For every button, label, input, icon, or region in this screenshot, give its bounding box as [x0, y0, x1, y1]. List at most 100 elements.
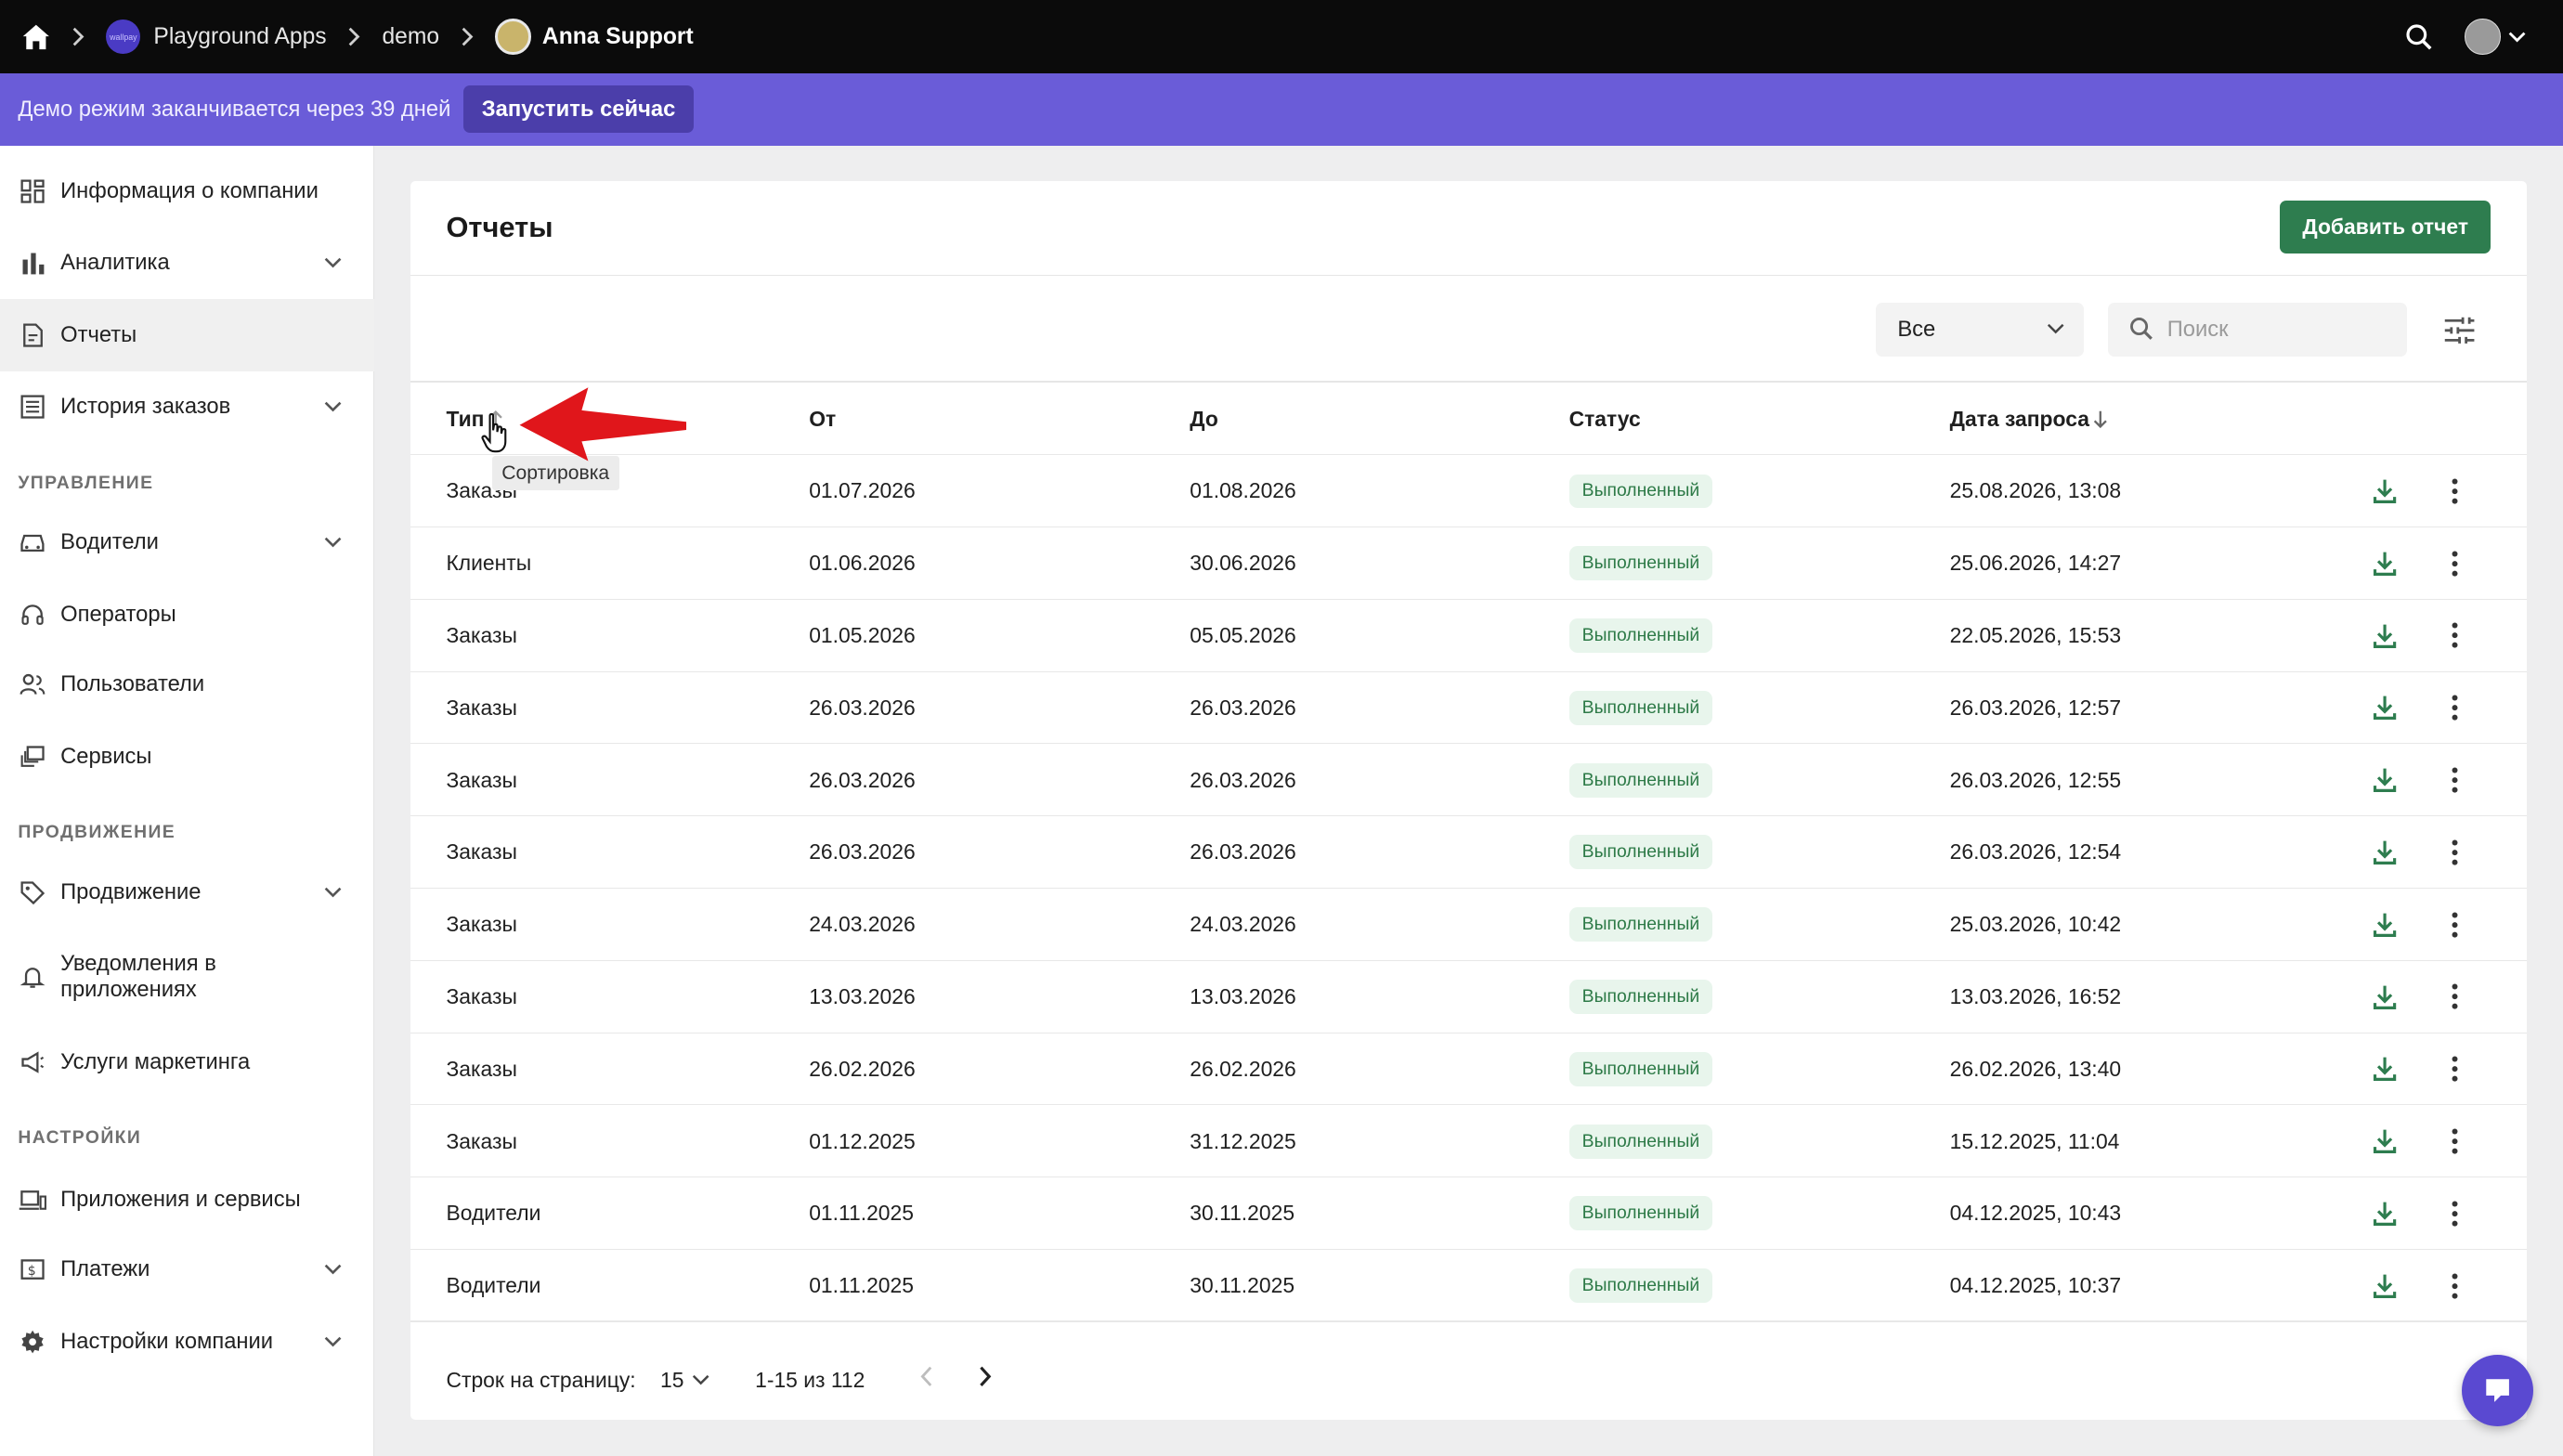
column-header-request-date[interactable]: Дата запроса	[1950, 407, 2109, 432]
status-badge: Выполненный	[1568, 835, 1713, 870]
chat-widget-button[interactable]	[2461, 1355, 2533, 1427]
download-icon[interactable]	[2370, 692, 2400, 724]
sidebar-item-analytics[interactable]: Аналитика	[0, 228, 374, 299]
download-icon[interactable]	[2370, 1269, 2400, 1302]
chevron-down-icon[interactable]	[2507, 31, 2527, 44]
table-row[interactable]: Заказы 01.07.2026 01.08.2026 Выполненный 25.…	[410, 454, 2527, 526]
home-icon[interactable]	[21, 22, 51, 52]
table-row[interactable]: Заказы 24.03.2026 24.03.2026 Выполненный 25.…	[410, 888, 2527, 959]
download-icon[interactable]	[2370, 1053, 2400, 1086]
arrow-down-icon[interactable]	[2092, 410, 2109, 429]
search-icon[interactable]	[2402, 20, 2435, 53]
more-vertical-icon[interactable]	[2440, 1125, 2470, 1158]
download-icon[interactable]	[2370, 836, 2400, 868]
sidebar-item-promotion[interactable]: Продвижение	[0, 856, 374, 928]
cell-to: 30.06.2026	[1190, 551, 1296, 576]
more-vertical-icon[interactable]	[2440, 908, 2470, 941]
search-field[interactable]	[2108, 302, 2408, 357]
sidebar-item-app-notifications[interactable]: Уведомления в приложениях	[0, 942, 374, 1013]
more-vertical-icon[interactable]	[2440, 474, 2470, 507]
sidebar-item-services[interactable]: Сервисы	[0, 721, 374, 792]
download-icon[interactable]	[2370, 764, 2400, 797]
rows-per-page-select[interactable]: 15	[660, 1368, 710, 1393]
more-vertical-icon[interactable]	[2440, 692, 2470, 724]
sidebar-item-company-settings[interactable]: Настройки компании	[0, 1306, 374, 1377]
more-vertical-icon[interactable]	[2440, 981, 2470, 1013]
chevron-down-icon[interactable]	[323, 400, 343, 413]
download-icon[interactable]	[2370, 981, 2400, 1013]
demo-banner: Демо режим заканчивается через 39 дней З…	[0, 73, 2563, 146]
chevron-down-icon[interactable]	[323, 1263, 343, 1276]
more-vertical-icon[interactable]	[2440, 619, 2470, 652]
sidebar-item-operators[interactable]: Операторы	[0, 578, 374, 650]
column-header-from[interactable]: От	[809, 407, 836, 432]
sidebar-item-order-history[interactable]: История заказов	[0, 371, 374, 443]
chevron-left-icon[interactable]	[918, 1365, 935, 1388]
download-icon[interactable]	[2370, 1125, 2400, 1158]
payment-icon: $	[18, 1255, 47, 1285]
table-row[interactable]: Заказы 26.02.2026 26.02.2026 Выполненный 26.…	[410, 1032, 2527, 1104]
table-row[interactable]: Заказы 01.05.2026 05.05.2026 Выполненный 22.…	[410, 598, 2527, 670]
chevron-right-icon[interactable]	[977, 1365, 994, 1388]
cell-status: Выполненный	[1568, 1105, 1713, 1176]
sidebar-item-label: Водители	[60, 529, 159, 555]
list-icon	[18, 392, 47, 422]
status-filter-select[interactable]: Все	[1876, 302, 2084, 357]
more-vertical-icon[interactable]	[2440, 547, 2470, 579]
column-header-status[interactable]: Статус	[1569, 407, 1641, 432]
column-header-to[interactable]: До	[1190, 407, 1218, 432]
sidebar-item-label: Сервисы	[60, 743, 152, 769]
sidebar-item-drivers[interactable]: Водители	[0, 507, 374, 578]
table-row[interactable]: Заказы 26.03.2026 26.03.2026 Выполненный 26.…	[410, 815, 2527, 887]
table-row[interactable]: Водители 01.11.2025 30.11.2025 Выполненный 0…	[410, 1176, 2527, 1248]
chevron-down-icon[interactable]	[323, 536, 343, 549]
start-now-button[interactable]: Запустить сейчас	[463, 85, 694, 134]
breadcrumb-env[interactable]: demo	[382, 24, 439, 50]
cell-from: 26.03.2026	[809, 839, 916, 864]
sidebar-item-marketing-services[interactable]: Услуги маркетинга	[0, 1026, 374, 1098]
more-vertical-icon[interactable]	[2440, 1053, 2470, 1086]
download-icon[interactable]	[2370, 619, 2400, 652]
table-row[interactable]: Заказы 26.03.2026 26.03.2026 Выполненный 26.…	[410, 743, 2527, 814]
download-icon[interactable]	[2370, 1197, 2400, 1229]
sidebar-item-users[interactable]: Пользователи	[0, 649, 374, 721]
table-row[interactable]: Водители 01.11.2025 30.11.2025 Выполненный 0…	[410, 1248, 2527, 1320]
search-input[interactable]	[2166, 316, 2380, 343]
status-badge: Выполненный	[1568, 1124, 1713, 1159]
sidebar-item-apps-services[interactable]: Приложения и сервисы	[0, 1164, 374, 1235]
add-report-button[interactable]: Добавить отчет	[2280, 201, 2491, 254]
more-vertical-icon[interactable]	[2440, 764, 2470, 797]
filter-settings-icon[interactable]	[2441, 312, 2478, 348]
more-vertical-icon[interactable]	[2440, 1269, 2470, 1302]
sidebar-item-payments[interactable]: $ Платежи	[0, 1234, 374, 1306]
breadcrumb-org[interactable]: wallpay Playground Apps	[106, 20, 327, 55]
user-avatar[interactable]	[2465, 19, 2501, 55]
cell-to: 24.03.2026	[1190, 912, 1296, 937]
chevron-down-icon[interactable]	[323, 1335, 343, 1348]
download-icon[interactable]	[2370, 547, 2400, 579]
cell-to: 30.11.2025	[1190, 1273, 1295, 1298]
column-header-label: До	[1190, 407, 1218, 432]
sidebar-item-reports[interactable]: Отчеты	[0, 299, 375, 371]
table-row[interactable]: Заказы 13.03.2026 13.03.2026 Выполненный 13.…	[410, 959, 2527, 1032]
table-row[interactable]: Заказы 01.12.2025 31.12.2025 Выполненный 15.…	[410, 1104, 2527, 1176]
cell-from: 01.12.2025	[809, 1128, 916, 1153]
dashboard-icon	[18, 176, 47, 206]
cell-type: Заказы	[446, 984, 517, 1009]
cell-request-date: 04.12.2025, 10:43	[1949, 1201, 2122, 1226]
table-row[interactable]: Клиенты 01.06.2026 30.06.2026 Выполненный 25…	[410, 526, 2527, 598]
download-icon[interactable]	[2370, 908, 2400, 941]
more-vertical-icon[interactable]	[2440, 1197, 2470, 1229]
download-icon[interactable]	[2370, 474, 2400, 507]
hand-cursor-icon	[481, 412, 507, 452]
sidebar-item-company-info[interactable]: Информация о компании	[0, 155, 374, 227]
chevron-down-icon[interactable]	[323, 886, 343, 899]
cell-type: Заказы	[446, 839, 517, 864]
more-vertical-icon[interactable]	[2440, 836, 2470, 868]
chevron-down-icon[interactable]	[323, 256, 343, 269]
cell-from: 01.07.2026	[809, 478, 916, 503]
cell-to: 26.03.2026	[1190, 839, 1296, 864]
breadcrumb-app[interactable]: Anna Support	[494, 19, 694, 55]
table-row[interactable]: Заказы 26.03.2026 26.03.2026 Выполненный 26.…	[410, 670, 2527, 743]
cell-status: Выполненный	[1568, 744, 1713, 815]
